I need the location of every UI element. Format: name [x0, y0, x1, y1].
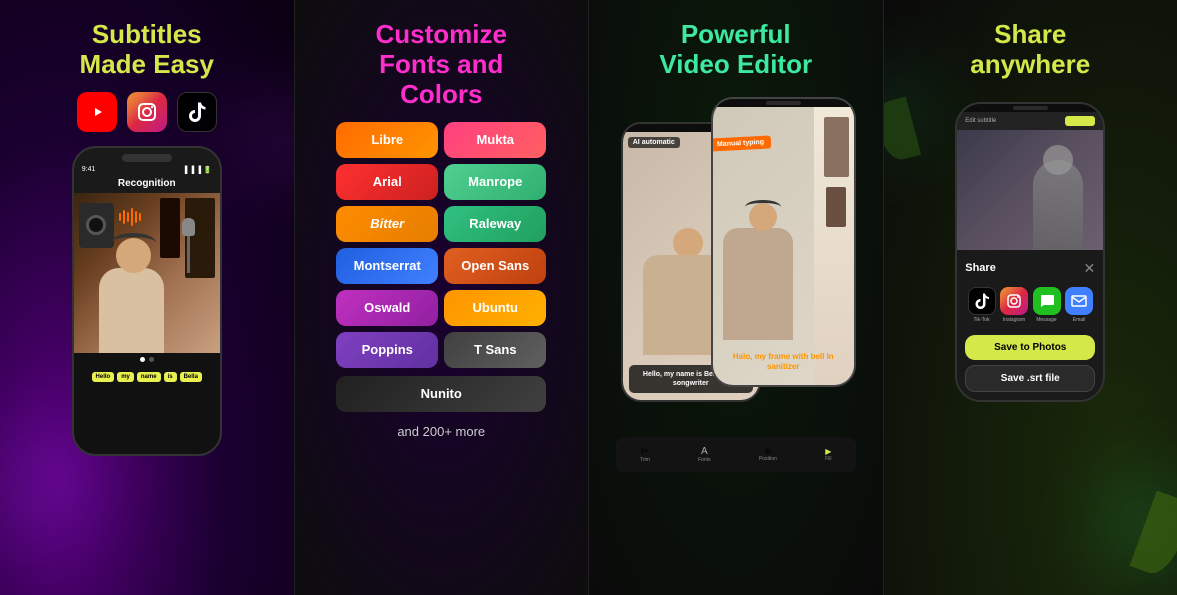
- share-app-instagram[interactable]: Instagram: [1000, 287, 1028, 323]
- close-icon[interactable]: ✕: [1084, 260, 1096, 277]
- pagination-dots: [74, 353, 220, 366]
- email-share-icon: [1065, 287, 1093, 315]
- tiktok-label: Tik-Tok: [974, 317, 990, 323]
- share-app-tiktok[interactable]: Tik-Tok: [968, 287, 996, 323]
- share-app-message[interactable]: Message: [1033, 287, 1061, 323]
- tiktok-icon: [177, 92, 217, 132]
- tiktok-share-icon: [968, 287, 996, 315]
- font-btn-mukta[interactable]: Mukta: [444, 122, 546, 158]
- font-btn-manrope[interactable]: Manrope: [444, 164, 546, 200]
- share-sheet: Share ✕ Tik-Tok: [957, 250, 1103, 402]
- share-apps-row: Tik-Tok Instagram: [965, 287, 1095, 323]
- font-btn-tsans[interactable]: T Sans: [444, 332, 546, 368]
- panel-4-title: Share anywhere: [970, 20, 1090, 80]
- instagram-label: Instagram: [1003, 317, 1025, 323]
- subtitle-chips: Hello my name is Bella: [74, 366, 220, 388]
- subtitle-chip: my: [117, 372, 134, 382]
- subtitle-chip: is: [164, 372, 177, 382]
- share-header: Edit subtitle: [957, 112, 1103, 130]
- recognition-label: Recognition: [74, 174, 220, 193]
- phone-status-bar: 9:41 ▐ ▐ ▐ 🔋: [74, 166, 220, 174]
- phone-mockup-1: 9:41 ▐ ▐ ▐ 🔋 Recognition: [72, 146, 222, 456]
- fonts-subtitle: and 200+ more: [397, 424, 485, 439]
- font-btn-opensans[interactable]: Open Sans: [444, 248, 546, 284]
- font-btn-arial[interactable]: Arial: [336, 164, 438, 200]
- panel-2-title: Customize Fonts and Colors: [376, 20, 507, 110]
- message-label: Message: [1036, 317, 1056, 323]
- message-share-icon: [1033, 287, 1061, 315]
- front-phone-subtitle: Halo, my frame with bell in sanitizer: [717, 352, 850, 373]
- ai-label: AI automatic: [628, 137, 680, 148]
- save-to-photos-button[interactable]: Save to Photos: [965, 335, 1095, 360]
- email-label: Email: [1073, 317, 1086, 323]
- font-btn-nunito[interactable]: Nunito: [336, 376, 546, 412]
- platform-icons: [77, 92, 217, 132]
- instagram-icon: [127, 92, 167, 132]
- panel-fonts: Customize Fonts and Colors Libre Mukta A…: [294, 0, 589, 595]
- share-app-email[interactable]: Email: [1065, 287, 1093, 323]
- font-grid: Libre Mukta Arial Manrope Bitter Raleway…: [336, 122, 546, 368]
- font-btn-poppins[interactable]: Poppins: [336, 332, 438, 368]
- leaf-decor-right: [1130, 491, 1177, 580]
- panel-1-title: Subtitles Made Easy: [80, 20, 214, 80]
- share-title: Share: [965, 262, 996, 274]
- instagram-share-icon: [1000, 287, 1028, 315]
- youtube-icon: [77, 92, 117, 132]
- font-btn-oswald[interactable]: Oswald: [336, 290, 438, 326]
- video-preview: [957, 130, 1103, 250]
- panel-video-editor: Powerful Video Editor AI automatic Hello…: [588, 0, 883, 595]
- panel-subtitles: Subtitles Made Easy 9:41 ▐ ▐ ▐: [0, 0, 294, 595]
- font-btn-raleway[interactable]: Raleway: [444, 206, 546, 242]
- subtitle-chip: name: [137, 372, 161, 382]
- phone-front: Manual typing Halo, my frame with bell i…: [711, 97, 856, 387]
- phone-notch: [122, 154, 172, 162]
- editor-toolbar: ✂ Trim A Fonts ⊕ Position ▶ Fill: [616, 437, 856, 472]
- phones-container: AI automatic Hello, my name is Bella, im…: [616, 97, 856, 477]
- manual-label: Manual typing: [713, 135, 771, 151]
- subtitle-chip: Hello: [92, 372, 115, 382]
- save-srt-button[interactable]: Save .srt file: [965, 365, 1095, 392]
- leaf-decor-left: [883, 96, 921, 163]
- phone-share: Edit subtitle Share ✕: [955, 102, 1105, 402]
- font-btn-bitter[interactable]: Bitter: [336, 206, 438, 242]
- subtitle-chip: Bella: [180, 372, 202, 382]
- font-btn-montserrat[interactable]: Montserrat: [336, 248, 438, 284]
- panel-3-title: Powerful Video Editor: [659, 20, 812, 80]
- font-btn-ubuntu[interactable]: Ubuntu: [444, 290, 546, 326]
- font-btn-libre[interactable]: Libre: [336, 122, 438, 158]
- panel-share: Share anywhere Edit subtitle Share ✕: [883, 0, 1177, 595]
- phone-screen-1: Hello my name is Bella: [74, 193, 220, 454]
